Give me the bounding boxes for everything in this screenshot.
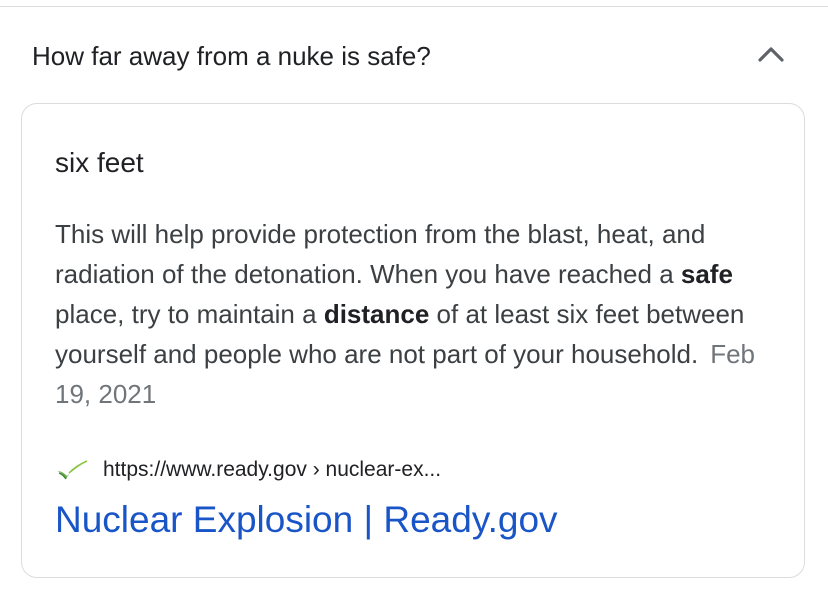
ready-gov-checkmark-icon	[57, 460, 88, 480]
snippet-text-1: This will help provide protection from t…	[55, 219, 706, 289]
source-url: https://www.ready.gov › nuclear-ex...	[103, 458, 442, 481]
snippet-text-2: place, try to maintain a	[55, 299, 324, 329]
answer-title: six feet	[55, 147, 144, 178]
snippet-bold-distance: distance	[323, 299, 430, 329]
result-title-link[interactable]: Nuclear Explosion | Ready.gov	[55, 500, 558, 540]
answer-snippet: This will help provide protection from t…	[55, 214, 785, 414]
question-text: How far away from a nuke is safe?	[32, 41, 431, 71]
chevron-up-icon[interactable]	[756, 44, 786, 64]
question-accordion-header[interactable]: How far away from a nuke is safe?	[0, 7, 828, 97]
answer-card: six feet This will help provide protecti…	[21, 103, 805, 578]
snippet-bold-safe: safe	[680, 259, 733, 289]
